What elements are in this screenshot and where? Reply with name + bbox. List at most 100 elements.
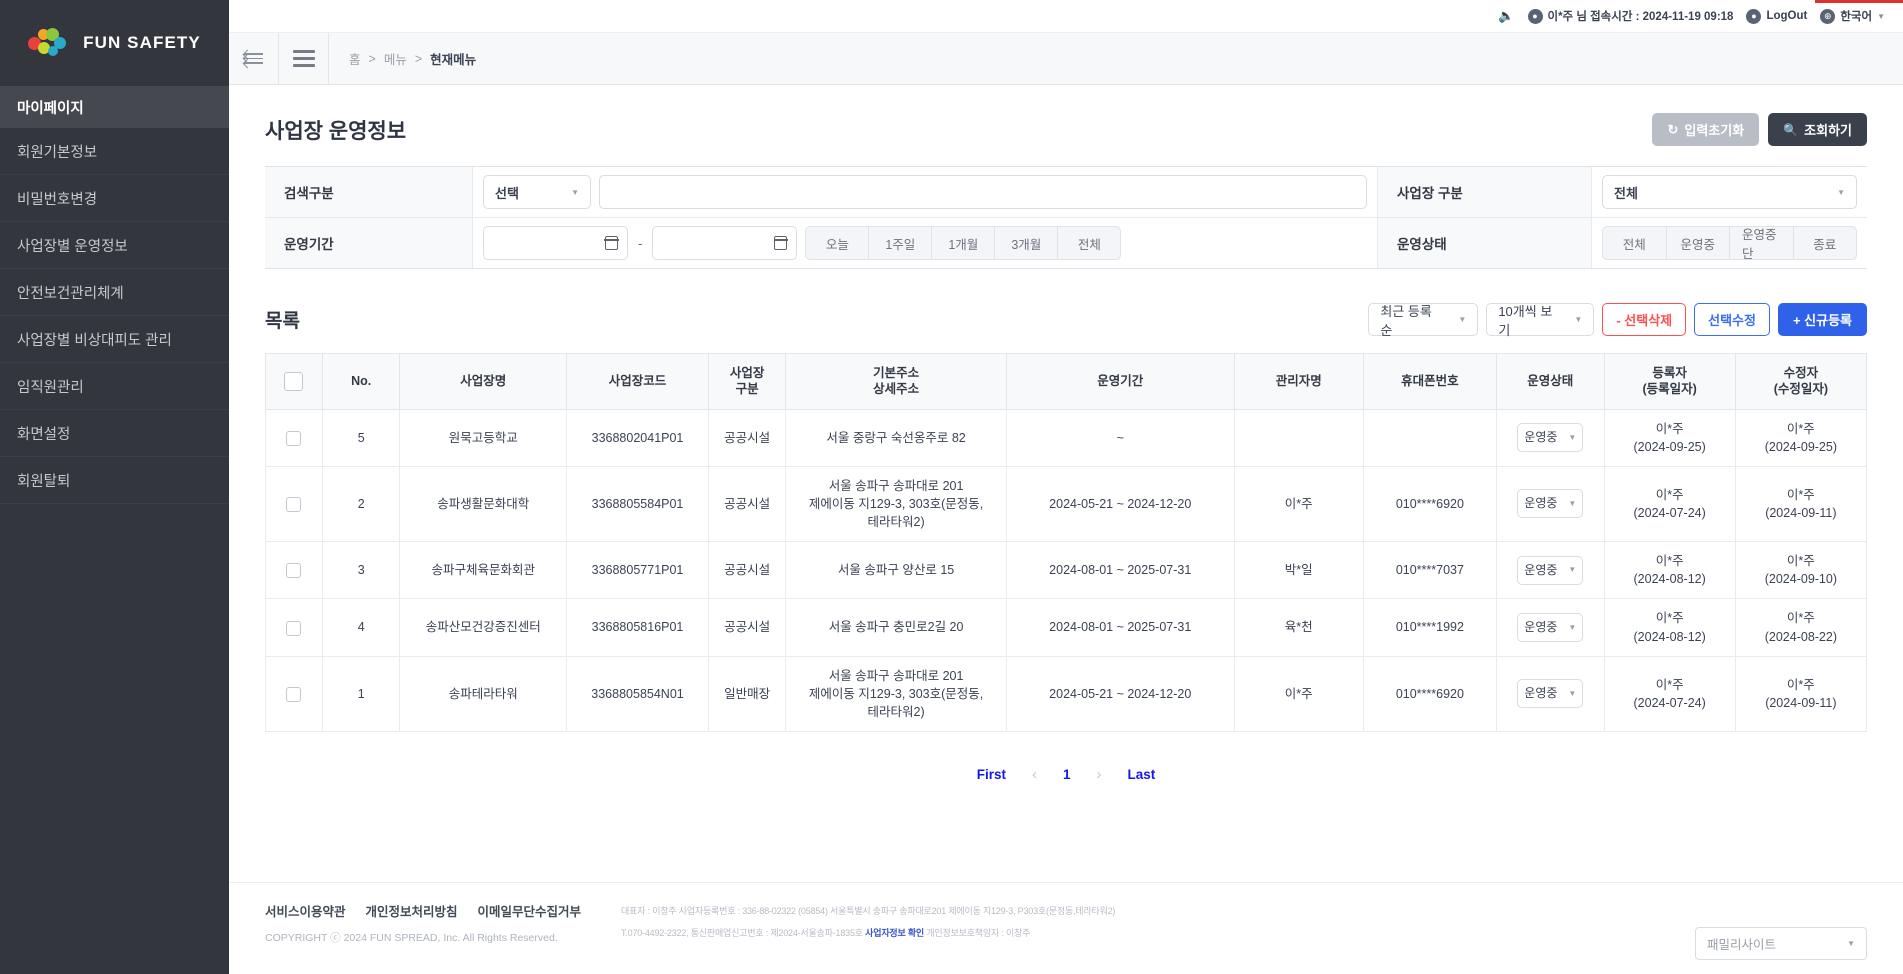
chevron-down-icon: ▼ [1568, 689, 1577, 699]
row-select-cell [265, 598, 323, 657]
chevron-down-icon: ▼ [1837, 187, 1845, 197]
footer-company-meta: 대표자 : 이창주 사업자등록번호 : 336-88-02322 (05854)… [621, 901, 1115, 945]
breadcrumb-home[interactable]: 홈 [349, 49, 361, 68]
footer-meta-line2-b: 개인정보보호책임자 : 이창주 [924, 928, 1031, 938]
status-operating[interactable]: 운영중 [1665, 226, 1730, 260]
pagination-first[interactable]: First [977, 767, 1006, 782]
period-to-input[interactable] [652, 226, 798, 260]
cell-address: 서울 중랑구 숙선옹주로 82 [785, 408, 1007, 467]
col-registrant: 등록자 (등록일자) [1603, 353, 1736, 410]
sort-value: 최근 등록 순 [1380, 303, 1432, 338]
quick-period-all[interactable]: 전체 [1057, 226, 1122, 260]
table-row[interactable]: 4 송파산모건강증진센터 3368805816P01 공공시설 서울 송파구 충… [265, 598, 1868, 657]
footer-link-email-reject[interactable]: 이메일무단수집거부 [478, 901, 582, 920]
search-type-value: 선택 [495, 185, 519, 201]
quick-period-3month[interactable]: 3개월 [994, 226, 1059, 260]
search-button[interactable]: 🔍 조회하기 [1768, 113, 1867, 146]
quick-period-1month[interactable]: 1개월 [931, 226, 996, 260]
sidebar-item-member-info[interactable]: 회원기본정보 [0, 128, 229, 175]
row-checkbox[interactable] [286, 620, 302, 636]
cell-modifier: 이*주 (2024-09-10) [1734, 541, 1868, 600]
status-value: 운영중 [1524, 429, 1558, 444]
cell-manager: 육*천 [1233, 598, 1364, 657]
pagesize-select[interactable]: 10개씩 보기 ▼ [1486, 303, 1595, 338]
table-row[interactable]: 3 송파구체육문화회관 3368805771P01 공공시설 서울 송파구 양산… [265, 541, 1868, 600]
search-icon: 🔍 [1783, 122, 1799, 137]
pagination: First ‹ 1 › Last [265, 766, 1867, 783]
row-checkbox[interactable] [286, 497, 302, 513]
status-select[interactable]: 운영중 ▼ [1517, 489, 1584, 519]
new-register-button[interactable]: + 신규등록 [1777, 303, 1867, 336]
row-checkbox[interactable] [286, 686, 302, 702]
announcement-icon[interactable]: 🔈 [1498, 8, 1514, 24]
sort-select[interactable]: 최근 등록 순 ▼ [1368, 303, 1479, 338]
edit-selected-button[interactable]: 선택수정 [1694, 303, 1770, 336]
cell-site-name: 원묵고등학교 [399, 408, 568, 467]
pagination-page-1[interactable]: 1 [1063, 767, 1071, 782]
row-checkbox[interactable] [286, 430, 302, 446]
status-ended[interactable]: 종료 [1792, 226, 1857, 260]
sidebar-item-employee-management[interactable]: 임직원관리 [0, 363, 229, 410]
cell-no: 3 [321, 541, 401, 600]
footer-left: 서비스이용약관 개인정보처리방침 이메일무단수집거부 COPYRIGHT ⓒ 2… [265, 901, 581, 945]
status-value: 운영중 [1524, 562, 1558, 577]
business-info-link[interactable]: 사업자정보 확인 [865, 928, 924, 938]
brand-logo[interactable]: FUN SAFETY [0, 0, 229, 86]
table-row[interactable]: 2 송파생활문화대학 3368805584P01 공공시설 서울 송파구 송파대… [265, 465, 1868, 543]
pagination-prev-icon[interactable]: ‹ [1032, 766, 1037, 783]
breadcrumb-menu[interactable]: 메뉴 [384, 49, 407, 68]
filter-row-search: 검색구분 선택 ▼ 사업장 구분 전체 ▼ [265, 167, 1867, 218]
footer-link-terms[interactable]: 서비스이용약관 [265, 901, 346, 920]
cell-site-name: 송파테라타워 [399, 655, 568, 733]
pagination-last[interactable]: Last [1128, 767, 1156, 782]
sidebar-item-withdraw[interactable]: 회원탈퇴 [0, 457, 229, 504]
status-value: 운영중 [1524, 496, 1558, 511]
row-checkbox[interactable] [286, 563, 302, 579]
status-select[interactable]: 운영중 ▼ [1517, 613, 1584, 642]
footer-link-privacy[interactable]: 개인정보처리방침 [366, 901, 458, 920]
search-type-select[interactable]: 선택 ▼ [483, 175, 591, 209]
menu-toggle-button[interactable] [279, 33, 329, 84]
page-title: 사업장 운영정보 [265, 119, 407, 143]
sidebar-item-site-operations[interactable]: 사업장별 운영정보 [0, 222, 229, 269]
sidebar-item-safety-health-system[interactable]: 안전보건관리체계 [0, 269, 229, 316]
cell-phone: 010****6920 [1362, 655, 1498, 733]
status-select[interactable]: 운영중 ▼ [1517, 679, 1584, 709]
status-select[interactable]: 운영중 ▼ [1517, 423, 1584, 453]
select-all-checkbox[interactable] [284, 371, 304, 391]
cell-site-type: 공공시설 [707, 541, 787, 600]
status-suspended[interactable]: 운영중단 [1729, 226, 1794, 261]
sidebar-item-password-change[interactable]: 비밀번호변경 [0, 175, 229, 222]
quick-period-today[interactable]: 오늘 [805, 226, 870, 260]
quick-period-1week[interactable]: 1주일 [868, 226, 933, 260]
cell-site-code: 3368805584P01 [566, 465, 709, 543]
reset-label: 입력초기화 [1684, 123, 1745, 138]
status-select[interactable]: 운영중 ▼ [1517, 555, 1584, 585]
user-icon: ● [1527, 8, 1543, 24]
breadcrumb-sep: > [368, 51, 376, 66]
sidebar-item-label: 사업장별 비상대피도 관리 [17, 332, 172, 349]
cell-site-code: 3368805854N01 [566, 655, 709, 733]
table-row[interactable]: 1 송파테라타워 3368805854N01 일반매장 서울 송파구 송파대로 … [265, 655, 1868, 733]
sidebar-item-screen-settings[interactable]: 화면설정 [0, 410, 229, 457]
cell-no: 5 [321, 408, 401, 467]
status-all[interactable]: 전체 [1602, 226, 1667, 260]
calendar-icon [773, 236, 788, 250]
sidebar-item-evacuation-map[interactable]: 사업장별 비상대피도 관리 [0, 316, 229, 363]
logout-button[interactable]: ● LogOut [1746, 8, 1807, 24]
col-modifier: 수정자 (수정일자) [1734, 353, 1868, 410]
reset-button[interactable]: ↻ 입력초기화 [1652, 113, 1760, 146]
cell-site-name: 송파구체육문화회관 [399, 541, 568, 600]
collapse-sidebar-button[interactable] [229, 33, 279, 84]
language-selector[interactable]: ⊕ 한국어 ▼ [1820, 8, 1885, 24]
pagination-next-icon[interactable]: › [1097, 766, 1102, 783]
main-area: 🔈 ● 이*주 님 접속시간 : 2024-11-19 09:18 ● LogO… [229, 0, 1903, 974]
familysite-select[interactable]: 패밀리사이트 ▼ [1695, 927, 1867, 960]
period-from-input[interactable] [483, 226, 628, 260]
table-row[interactable]: 5 원묵고등학교 3368802041P01 공공시설 서울 중랑구 숙선옹주로… [265, 408, 1868, 467]
refresh-icon: ↻ [1667, 121, 1679, 137]
delete-selected-button[interactable]: - 선택삭제 [1602, 303, 1687, 336]
search-type-label: 검색구분 [265, 167, 473, 217]
site-type-select[interactable]: 전체 ▼ [1602, 175, 1857, 209]
search-keyword-input[interactable] [599, 175, 1367, 209]
